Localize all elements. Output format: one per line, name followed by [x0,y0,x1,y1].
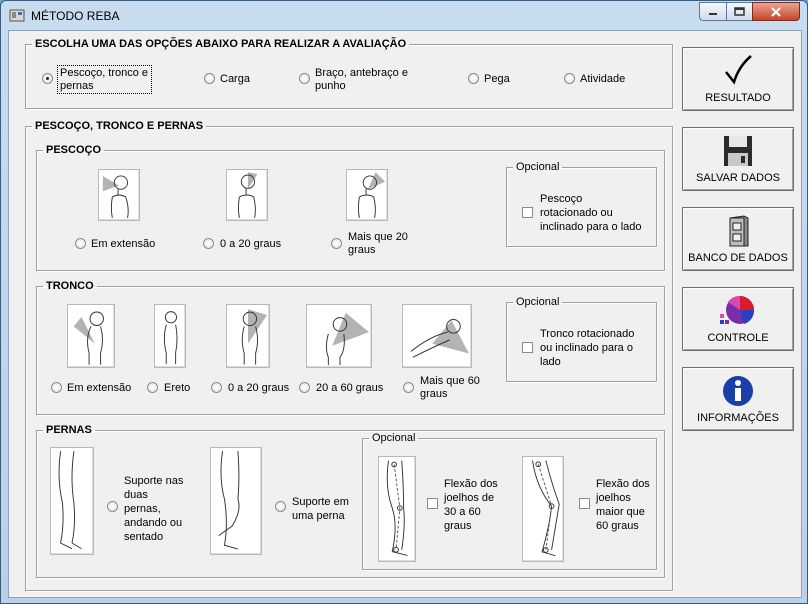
trunk-20-60-image [306,304,372,368]
controle-label: CONTROLE [707,332,769,344]
minimize-icon [709,12,717,15]
knee-30-60-label[interactable]: Flexão dos joelhos de 30 a 60 graus [444,477,498,533]
radio-label-braco[interactable]: Braço, antebraço e punho [315,67,408,93]
legs-one-label[interactable]: Suporte em uma perna [292,495,349,523]
radio-neck-extension[interactable] [75,238,86,249]
legs-optional-legend: Opcional [372,432,416,444]
trunk-rotated-label[interactable]: Tronco rotacionado ou inclinado para o lad… [540,327,634,369]
neck-rotated-checkbox[interactable] [522,207,533,218]
radio-legs-one[interactable] [275,501,286,512]
informacoes-label: INFORMAÇÕES [697,412,779,424]
resultado-button[interactable]: RESULTADO [682,47,794,111]
maximize-button[interactable] [726,2,753,21]
radio-label-ntp[interactable]: Pescoço, tronco e pernas [60,67,148,93]
neck-0-20-image [226,169,268,221]
file-cabinet-icon [729,215,749,247]
knee-30-60-image [378,456,416,562]
trunk-0-20-image [226,304,270,368]
window-title: MÉTODO REBA [31,9,120,23]
app-icon [9,9,25,22]
resultado-label: RESULTADO [705,92,771,104]
banco-de-dados-label: BANCO DE DADOS [688,252,788,264]
trunk-over-60-image [402,304,472,368]
radio-label-atividade[interactable]: Atividade [580,73,625,86]
legs-group-legend: PERNAS [46,424,92,436]
neck-0-20-label[interactable]: 0 a 20 graus [220,238,281,251]
neck-over-20-label[interactable]: Mais que 20 graus [348,231,408,257]
radio-legs-both[interactable] [107,501,118,512]
knee-over-60-checkbox[interactable] [579,498,590,509]
trunk-20-60-label[interactable]: 20 a 60 graus [316,382,383,395]
radio-label-pega[interactable]: Pega [484,73,510,86]
salvar-dados-label: SALVAR DADOS [696,172,780,184]
knee-over-60-image [522,456,564,562]
radio-trunk-0-20[interactable] [211,382,222,393]
informacoes-button[interactable]: INFORMAÇÕES [682,367,794,431]
radio-trunk-extension[interactable] [51,382,62,393]
neck-extension-image [98,169,140,221]
trunk-rotated-checkbox[interactable] [522,342,533,353]
reba-window: MÉTODO REBA ESCOLHA UMA DAS OPÇÕES ABAIX… [0,0,808,604]
radio-pega[interactable] [468,73,479,84]
radio-braco-antebraco-punho[interactable] [299,73,310,84]
options-group-legend: ESCOLHA UMA DAS OPÇÕES ABAIXO PARA REALI… [35,38,407,50]
radio-trunk-over-60[interactable] [403,382,414,393]
floppy-disk-icon [724,136,752,166]
legs-one-image [210,447,262,555]
trunk-upright-label[interactable]: Ereto [164,382,190,395]
close-icon [771,6,781,17]
radio-atividade[interactable] [564,73,575,84]
info-icon [723,376,753,406]
trunk-group-legend: TRONCO [46,280,94,292]
knee-30-60-checkbox[interactable] [427,498,438,509]
radio-neck-over-20[interactable] [331,238,342,249]
radio-trunk-20-60[interactable] [299,382,310,393]
check-mark-icon [725,55,752,85]
close-button[interactable] [752,2,800,21]
trunk-extension-label[interactable]: Em extensão [67,382,131,395]
minimize-button[interactable] [699,2,727,21]
maximize-icon [734,7,745,16]
radio-trunk-upright[interactable] [147,382,158,393]
pie-chart-icon [720,295,755,324]
title-bar: MÉTODO REBA [1,1,807,29]
trunk-over-60-label[interactable]: Mais que 60 graus [420,375,480,401]
neck-extension-label[interactable]: Em extensão [91,238,155,251]
neck-optional-legend: Opcional [516,161,560,173]
neck-over-20-image [346,169,388,221]
client-area: ESCOLHA UMA DAS OPÇÕES ABAIXO PARA REALI… [8,30,802,598]
ntp-group-legend: PESCOÇO, TRONCO E PERNAS [35,120,204,132]
neck-group-legend: PESCOÇO [46,144,102,156]
trunk-optional-legend: Opcional [516,296,560,308]
legs-both-image [50,447,94,555]
radio-carga[interactable] [204,73,215,84]
radio-label-carga[interactable]: Carga [220,73,250,86]
trunk-0-20-label[interactable]: 0 a 20 graus [228,382,289,395]
trunk-upright-image [154,304,186,368]
legs-both-label[interactable]: Suporte nas duas pernas, andando ou sentado [124,474,183,544]
radio-pescoco-tronco-pernas[interactable] [42,73,53,84]
controle-button[interactable]: CONTROLE [682,287,794,351]
radio-neck-0-20[interactable] [203,238,214,249]
trunk-extension-image [67,304,115,368]
knee-over-60-label[interactable]: Flexão dos joelhos maior que 60 graus [596,477,650,533]
neck-rotated-label[interactable]: Pescoço rotacionado ou inclinado para o la… [540,192,642,234]
banco-de-dados-button[interactable]: BANCO DE DADOS [682,207,794,271]
salvar-dados-button[interactable]: SALVAR DADOS [682,127,794,191]
